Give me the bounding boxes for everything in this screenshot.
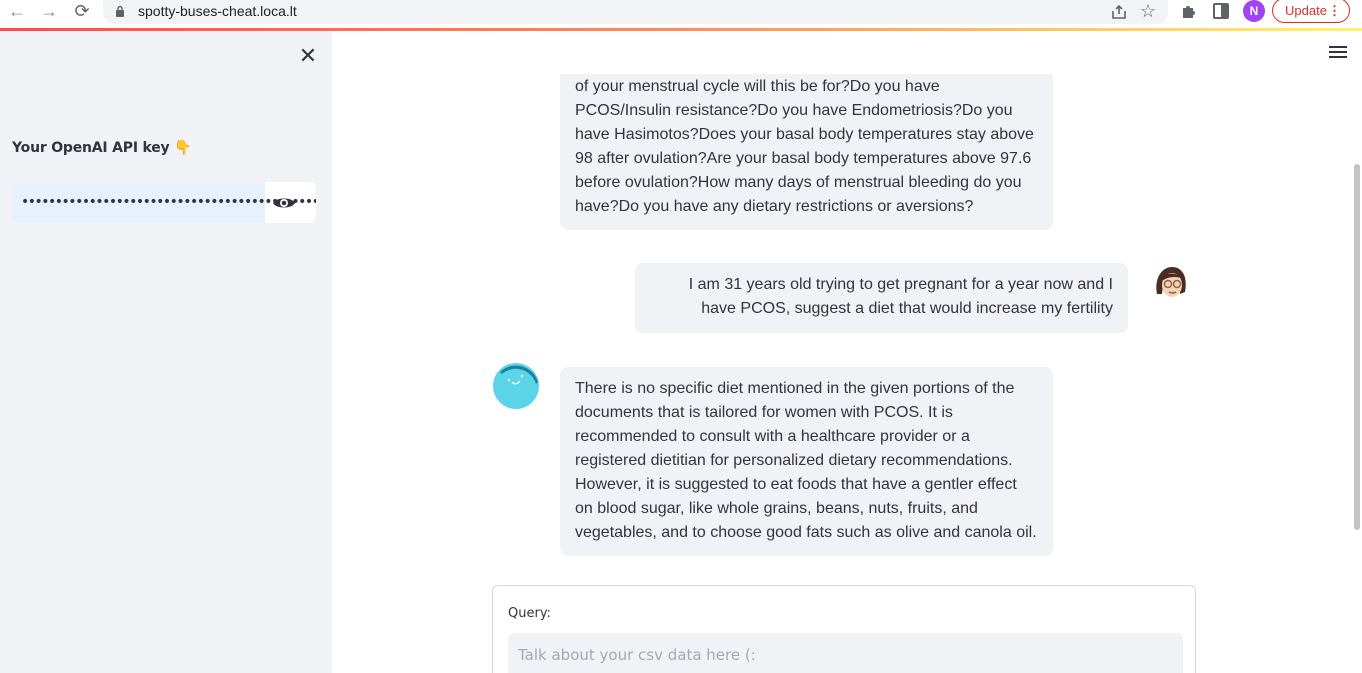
forward-arrow-icon[interactable]: → <box>38 1 60 23</box>
assistant-message: There is no specific diet mentioned in t… <box>560 367 1053 556</box>
back-arrow-icon[interactable]: ← <box>6 1 28 23</box>
main-content: of your menstrual cycle will this be for… <box>332 31 1362 673</box>
api-key-label-text: Your OpenAI API key <box>12 140 170 156</box>
address-bar[interactable]: spotty-buses-cheat.loca.lt ☆ <box>103 0 1168 24</box>
api-key-field: ••••••••••••••••••••••••••••••••••••• •••… <box>12 182 316 223</box>
update-label: Update <box>1285 3 1327 18</box>
share-icon[interactable] <box>1110 3 1128 21</box>
browser-toolbar: ← → ⟳ spotty-buses-cheat.loca.lt ☆ N Upd… <box>0 0 1362 28</box>
bot-avatar-icon <box>493 363 539 409</box>
extensions-puzzle-icon[interactable] <box>1180 2 1198 20</box>
lock-icon <box>116 5 124 17</box>
api-key-label: Your OpenAI API key 👇 <box>12 140 192 156</box>
user-message: I am 31 years old trying to get pregnant… <box>635 263 1128 333</box>
query-input[interactable] <box>508 633 1183 673</box>
query-form: Query: <box>492 585 1196 673</box>
pointing-down-emoji-icon: 👇 <box>174 140 192 156</box>
hamburger-menu-icon[interactable] <box>1329 46 1347 60</box>
eye-icon[interactable] <box>272 191 296 215</box>
more-menu-icon[interactable]: ⋮ <box>1328 0 1341 22</box>
scrollbar[interactable] <box>1354 164 1360 530</box>
url-text: spotty-buses-cheat.loca.lt <box>138 3 297 19</box>
reload-icon[interactable]: ⟳ <box>71 1 93 23</box>
update-button[interactable]: Update ⋮ <box>1272 0 1350 23</box>
query-label: Query: <box>508 606 551 621</box>
side-panel-icon[interactable] <box>1213 3 1229 19</box>
api-key-input[interactable]: ••••••••••••••••••••••••••••••••••••• •••… <box>12 182 316 223</box>
assistant-message: of your menstrual cycle will this be for… <box>560 74 1053 230</box>
close-icon[interactable]: ✕ <box>297 45 319 67</box>
profile-avatar[interactable]: N <box>1243 0 1265 22</box>
user-avatar-icon <box>1156 267 1186 297</box>
bookmark-star-icon[interactable]: ☆ <box>1140 1 1156 21</box>
sidebar: ✕ Your OpenAI API key 👇 ••••••••••••••••… <box>0 31 332 673</box>
